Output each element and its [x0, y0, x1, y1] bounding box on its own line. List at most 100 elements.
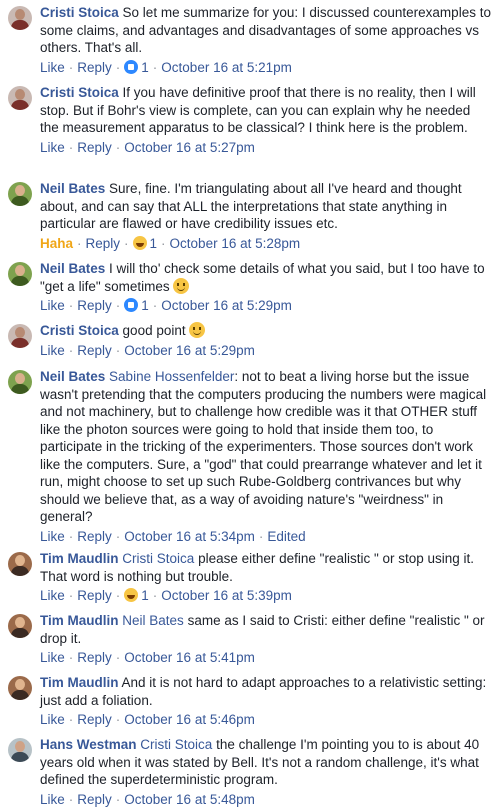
reaction-count[interactable]: 1 [150, 236, 158, 251]
separator: · [115, 712, 121, 727]
author-name[interactable]: Tim Maudlin [40, 675, 119, 690]
comment-actions: Like · Reply · 1 · October 16 at 5:29pm [40, 297, 492, 315]
like-button[interactable]: Like [40, 140, 65, 155]
separator: · [68, 650, 74, 665]
timestamp[interactable]: October 16 at 5:29pm [161, 298, 292, 313]
comment: Neil Bates Sabine Hossenfelder: not to b… [8, 368, 492, 546]
comment-body: Hans Westman Cristi Stoica the challenge… [40, 736, 492, 789]
like-button[interactable]: Like [40, 529, 65, 544]
separator: · [68, 342, 74, 358]
reply-button[interactable]: Reply [77, 650, 112, 665]
author-name[interactable]: Neil Bates [40, 261, 105, 276]
comment-actions: Like · Reply · October 16 at 5:48pm [40, 791, 492, 809]
reply-button[interactable]: Reply [77, 343, 112, 358]
comment-actions: Like · Reply · October 16 at 5:29pm [40, 342, 492, 360]
author-name[interactable]: Hans Westman [40, 737, 137, 752]
separator: · [258, 528, 264, 544]
separator: · [152, 588, 158, 603]
haha-button[interactable]: Haha [40, 236, 73, 251]
like-reaction-icon[interactable] [124, 298, 139, 312]
comment-actions: Like · Reply · October 16 at 5:41pm [40, 649, 492, 667]
comment-actions: Like · Reply · October 16 at 5:46pm [40, 711, 492, 729]
mention-link[interactable]: Cristi Stoica [140, 737, 212, 752]
timestamp[interactable]: October 16 at 5:39pm [161, 588, 292, 603]
comment: Tim Maudlin And it is not hard to adapt … [8, 674, 492, 729]
separator: · [115, 139, 121, 155]
avatar[interactable] [8, 738, 32, 762]
comment-body: Cristi Stoica So let me summarize for yo… [40, 4, 492, 57]
comment: Cristi Stoica If you have definitive pro… [8, 84, 492, 157]
author-name[interactable]: Cristi Stoica [40, 323, 119, 338]
comment-actions: Like · Reply · 1 · October 16 at 5:21pm [40, 59, 492, 77]
edited-label[interactable]: Edited [267, 529, 305, 544]
author-name[interactable]: Tim Maudlin [40, 551, 119, 566]
mention-link[interactable]: Sabine Hossenfelder [109, 369, 234, 384]
comment: Tim Maudlin Cristi Stoica please either … [8, 550, 492, 605]
comment-text: : not to beat a living horse but the iss… [40, 369, 487, 524]
mention-link[interactable]: Cristi Stoica [122, 551, 194, 566]
haha-reaction-icon[interactable] [124, 588, 139, 602]
author-name[interactable]: Tim Maudlin [40, 613, 119, 628]
reply-button[interactable]: Reply [77, 60, 112, 75]
author-name[interactable]: Cristi Stoica [40, 5, 119, 20]
like-button[interactable]: Like [40, 343, 65, 358]
avatar[interactable] [8, 676, 32, 700]
timestamp[interactable]: October 16 at 5:27pm [124, 140, 255, 155]
avatar[interactable] [8, 324, 32, 348]
like-button[interactable]: Like [40, 588, 65, 603]
haha-reaction-icon[interactable] [132, 235, 147, 250]
avatar[interactable] [8, 552, 32, 576]
avatar[interactable] [8, 86, 32, 110]
avatar[interactable] [8, 262, 32, 286]
timestamp[interactable]: October 16 at 5:46pm [124, 712, 255, 727]
author-name[interactable]: Neil Bates [40, 369, 105, 384]
separator: · [115, 791, 121, 807]
reply-button[interactable]: Reply [77, 712, 112, 727]
separator: · [152, 298, 158, 313]
timestamp[interactable]: October 16 at 5:28pm [170, 236, 301, 251]
separator: · [68, 59, 74, 75]
comment: Neil Bates I will tho' check some detail… [8, 260, 492, 315]
like-button[interactable]: Like [40, 60, 65, 75]
separator: · [152, 59, 158, 75]
like-button[interactable]: Like [40, 298, 65, 313]
reply-button[interactable]: Reply [77, 140, 112, 155]
separator: · [77, 235, 82, 251]
timestamp[interactable]: October 16 at 5:34pm [124, 529, 255, 544]
reply-button[interactable]: Reply [77, 298, 112, 313]
reaction-count[interactable]: 1 [141, 60, 149, 75]
separator: · [68, 791, 74, 807]
smiley-emoji-icon [173, 277, 190, 294]
like-button[interactable]: Like [40, 792, 65, 807]
like-button[interactable]: Like [40, 650, 65, 665]
author-name[interactable]: Cristi Stoica [40, 85, 119, 100]
reaction-count[interactable]: 1 [141, 298, 149, 313]
avatar[interactable] [8, 614, 32, 638]
timestamp[interactable]: October 16 at 5:21pm [161, 60, 292, 75]
reply-button[interactable]: Reply [77, 792, 112, 807]
comment-actions: Like · Reply · October 16 at 5:34pm · Edited [40, 528, 492, 546]
comment-body: Cristi Stoica If you have definitive pro… [40, 84, 492, 137]
separator: · [115, 342, 121, 358]
avatar[interactable] [8, 370, 32, 394]
timestamp[interactable]: October 16 at 5:41pm [124, 650, 255, 665]
reply-button[interactable]: Reply [77, 588, 112, 603]
like-reaction-icon[interactable] [124, 59, 139, 74]
comment-actions: Like · Reply · 1 · October 16 at 5:39pm [40, 587, 492, 605]
timestamp[interactable]: October 16 at 5:48pm [124, 792, 255, 807]
mention-link[interactable]: Neil Bates [122, 613, 184, 628]
comment: Hans Westman Cristi Stoica the challenge… [8, 736, 492, 809]
author-name[interactable]: Neil Bates [40, 181, 105, 196]
reply-button[interactable]: Reply [86, 236, 121, 251]
separator: · [115, 298, 121, 313]
reaction-count[interactable]: 1 [141, 588, 149, 603]
separator: · [68, 528, 74, 544]
separator: · [115, 588, 121, 603]
like-button[interactable]: Like [40, 712, 65, 727]
timestamp[interactable]: October 16 at 5:29pm [124, 343, 255, 358]
comment-thread: Cristi Stoica So let me summarize for yo… [0, 0, 498, 808]
comment-actions: Like · Reply · October 16 at 5:27pm [40, 139, 492, 157]
reply-button[interactable]: Reply [77, 529, 112, 544]
avatar[interactable] [8, 6, 32, 30]
avatar[interactable] [8, 182, 32, 206]
